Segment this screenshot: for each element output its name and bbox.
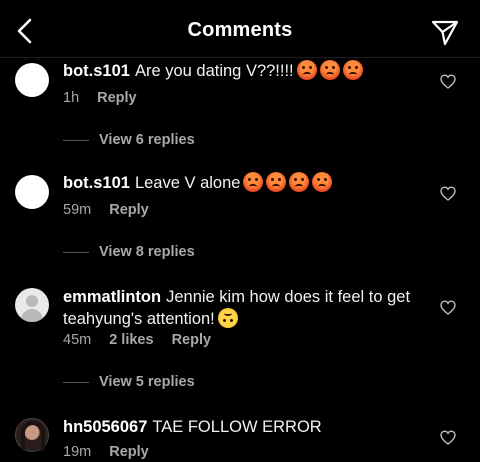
username[interactable]: emmatlinton [63,288,161,306]
view-replies-label: View 5 replies [99,374,195,390]
heart-icon[interactable] [440,430,456,445]
reply-button[interactable]: Reply [172,332,212,348]
timestamp: 1h [63,90,80,106]
timestamp: 19m [63,444,92,460]
comment: emmatlinton Jennie kim how does it feel t… [0,286,480,398]
comment-text: bot.s101 Are you dating V??!!!! [63,60,428,82]
comment-text: hn5056067 TAE FOLLOW ERROR [63,416,428,438]
default-avatar-head [26,295,38,307]
comment: bot.s101 Are you dating V??!!!! 1h Reply V… [0,60,480,170]
view-replies-button[interactable]: View 6 replies [63,132,195,148]
heart-icon[interactable] [440,300,456,315]
timestamp: 45m [63,332,92,348]
avatar[interactable] [15,418,49,452]
divider-line [63,139,89,141]
divider-line [63,251,89,253]
angry-face-icon [342,60,363,80]
comment: hn5056067 TAE FOLLOW ERROR 19m Reply [0,416,480,462]
view-replies-label: View 8 replies [99,244,195,260]
avatar[interactable] [15,288,49,322]
angry-face-icon [296,60,317,80]
heart-icon[interactable] [440,74,456,89]
avatar-photo-hair [21,421,45,451]
angry-face-icon [243,172,264,192]
comment-body: Leave V alone [134,174,241,192]
comment-meta: 1h Reply [63,90,155,106]
avatar[interactable] [15,175,49,209]
comment-body: TAE FOLLOW ERROR [152,418,322,436]
page-title: Comments [187,19,293,41]
upside-down-face-icon [217,308,238,328]
likes-count[interactable]: 2 likes [109,332,153,348]
angry-face-icon [312,172,333,192]
avatar[interactable] [15,63,49,97]
divider-line [63,381,89,383]
view-replies-label: View 6 replies [99,132,195,148]
comment: bot.s101 Leave V alone 59m Reply View 8 re… [0,172,480,282]
comment-meta: 59m Reply [63,202,167,218]
angry-face-icon [289,172,310,192]
header: Comments [0,0,480,58]
angry-face-icon [266,172,287,192]
comment-meta: 45m 2 likes Reply [63,332,229,348]
send-icon[interactable] [430,17,460,47]
angry-face-icon [319,60,340,80]
view-replies-button[interactable]: View 8 replies [63,244,195,260]
username[interactable]: bot.s101 [63,62,130,80]
reply-button[interactable]: Reply [109,444,149,460]
username[interactable]: hn5056067 [63,418,147,436]
heart-icon[interactable] [440,186,456,201]
comment-text: bot.s101 Leave V alone [63,172,428,194]
reply-button[interactable]: Reply [97,90,137,106]
timestamp: 59m [63,202,92,218]
comment-meta: 19m Reply [63,444,167,460]
comment-text: emmatlinton Jennie kim how does it feel t… [63,286,423,330]
username[interactable]: bot.s101 [63,174,130,192]
default-avatar-body [21,309,43,322]
view-replies-button[interactable]: View 5 replies [63,374,195,390]
comment-body: Are you dating V??!!!! [134,62,294,80]
reply-button[interactable]: Reply [109,202,149,218]
